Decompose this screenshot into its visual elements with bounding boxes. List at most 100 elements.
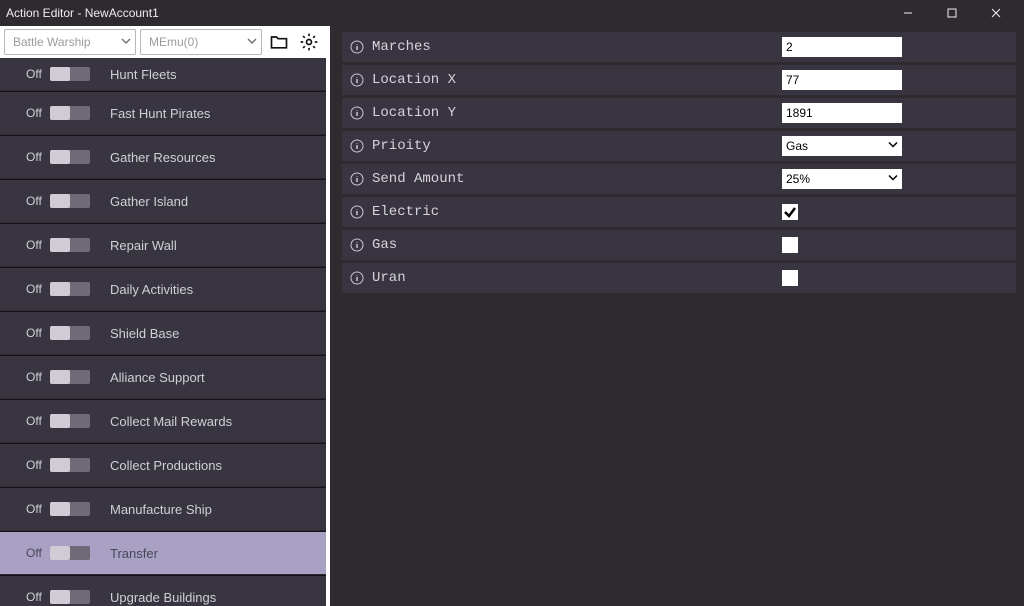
folder-button[interactable] [266,29,292,55]
toggle-switch[interactable] [50,502,90,516]
action-list: OffHunt FleetsOffFast Hunt PiratesOffGat… [0,58,330,606]
info-icon [350,73,364,87]
toggle-switch[interactable] [50,590,90,604]
minimize-button[interactable] [886,0,930,26]
electric-checkbox[interactable] [782,204,798,220]
toggle-switch[interactable] [50,194,90,208]
toggle-wrap: Off [0,502,110,516]
toggle-switch[interactable] [50,414,90,428]
info-icon [350,40,364,54]
toggle-state-label: Off [26,106,42,120]
titlebar: Action Editor - NewAccount1 [0,0,1024,26]
action-name: Collect Productions [110,458,326,473]
toggle-wrap: Off [0,458,110,472]
toggle-wrap: Off [0,194,110,208]
action-name: Alliance Support [110,370,326,385]
device-select-value: MEmu(0) [149,35,198,49]
toggle-switch[interactable] [50,282,90,296]
send-amount-select-value: 25% [786,172,810,186]
location-y-input[interactable] [782,103,902,123]
info-icon [350,172,364,186]
action-row[interactable]: Off Gather Resources [0,135,326,178]
toggle-wrap: Off [0,238,110,252]
left-panel: Battle Warship MEmu(0) [0,26,330,606]
close-button[interactable] [974,0,1018,26]
toggle-wrap: Off [0,414,110,428]
action-name: Shield Base [110,326,326,341]
window-title: Action Editor - NewAccount1 [6,6,159,20]
toggle-state-label: Off [26,590,42,604]
field-uran: Uran [342,263,1016,293]
info-icon [350,238,364,252]
action-row[interactable]: OffFast Hunt Pirates [0,91,326,134]
chevron-down-icon [121,33,131,51]
action-name: Manufacture Ship [110,502,326,517]
chevron-down-icon [887,139,899,154]
toggle-switch[interactable] [50,370,90,384]
action-row[interactable]: OffShield Base [0,311,326,354]
field-send-amount: Send Amount 25% [342,164,1016,194]
action-name: Repair Wall [110,238,326,253]
toggle-state-label: Off [26,67,42,81]
toggle-switch[interactable] [50,546,90,560]
toggle-state-label: Off [26,502,42,516]
gas-checkbox[interactable] [782,237,798,253]
toggle-wrap: Off [0,282,110,296]
top-toolbar: Battle Warship MEmu(0) [0,26,330,58]
toggle-state-label: Off [26,370,42,384]
send-amount-select[interactable]: 25% [782,169,902,189]
right-panel: Marches Location X Location Y Prioity Ga… [330,26,1024,606]
toggle-wrap: Off [0,370,110,384]
action-row[interactable]: OffCollect Mail Rewards [0,399,326,442]
game-select-value: Battle Warship [13,35,91,49]
action-row[interactable]: Off Upgrade Buildings [0,575,326,606]
action-row[interactable]: Off Alliance Support [0,355,326,398]
uran-checkbox[interactable] [782,270,798,286]
toggle-switch[interactable] [50,458,90,472]
toggle-switch[interactable] [50,326,90,340]
action-name: Transfer [110,546,326,561]
action-name: Gather Resources [110,150,326,165]
action-row[interactable]: OffTransfer [0,531,326,574]
action-row[interactable]: OffHunt Fleets [0,58,326,90]
field-label: Location Y [372,105,782,121]
field-label: Location X [372,72,782,88]
toggle-switch[interactable] [50,150,90,164]
toggle-state-label: Off [26,238,42,252]
field-gas: Gas [342,230,1016,260]
toggle-state-label: Off [26,150,42,164]
action-row[interactable]: Off Repair Wall [0,223,326,266]
toggle-switch[interactable] [50,238,90,252]
marches-input[interactable] [782,37,902,57]
toggle-wrap: Off [0,150,110,164]
action-row[interactable]: Off Gather Island [0,179,326,222]
location-x-input[interactable] [782,70,902,90]
action-name: Upgrade Buildings [110,590,326,605]
toggle-switch[interactable] [50,106,90,120]
action-row[interactable]: Off Collect Productions [0,443,326,486]
game-select[interactable]: Battle Warship [4,29,136,55]
priority-select[interactable]: Gas [782,136,902,156]
info-icon [350,106,364,120]
priority-select-value: Gas [786,139,808,153]
chevron-down-icon [887,172,899,187]
action-row[interactable]: Off Manufacture Ship [0,487,326,530]
field-label: Uran [372,270,782,286]
settings-button[interactable] [296,29,322,55]
toggle-switch[interactable] [50,67,90,81]
action-row[interactable]: Off Daily Activities [0,267,326,310]
toggle-state-label: Off [26,458,42,472]
maximize-button[interactable] [930,0,974,26]
toggle-state-label: Off [26,282,42,296]
device-select[interactable]: MEmu(0) [140,29,262,55]
chevron-down-icon [247,33,257,51]
field-label: Send Amount [372,171,782,187]
field-electric: Electric [342,197,1016,227]
info-icon [350,205,364,219]
field-marches: Marches [342,32,1016,62]
action-name: Daily Activities [110,282,326,297]
toggle-state-label: Off [26,194,42,208]
field-label: Marches [372,39,782,55]
toggle-wrap: Off [0,67,110,81]
action-name: Gather Island [110,194,326,209]
